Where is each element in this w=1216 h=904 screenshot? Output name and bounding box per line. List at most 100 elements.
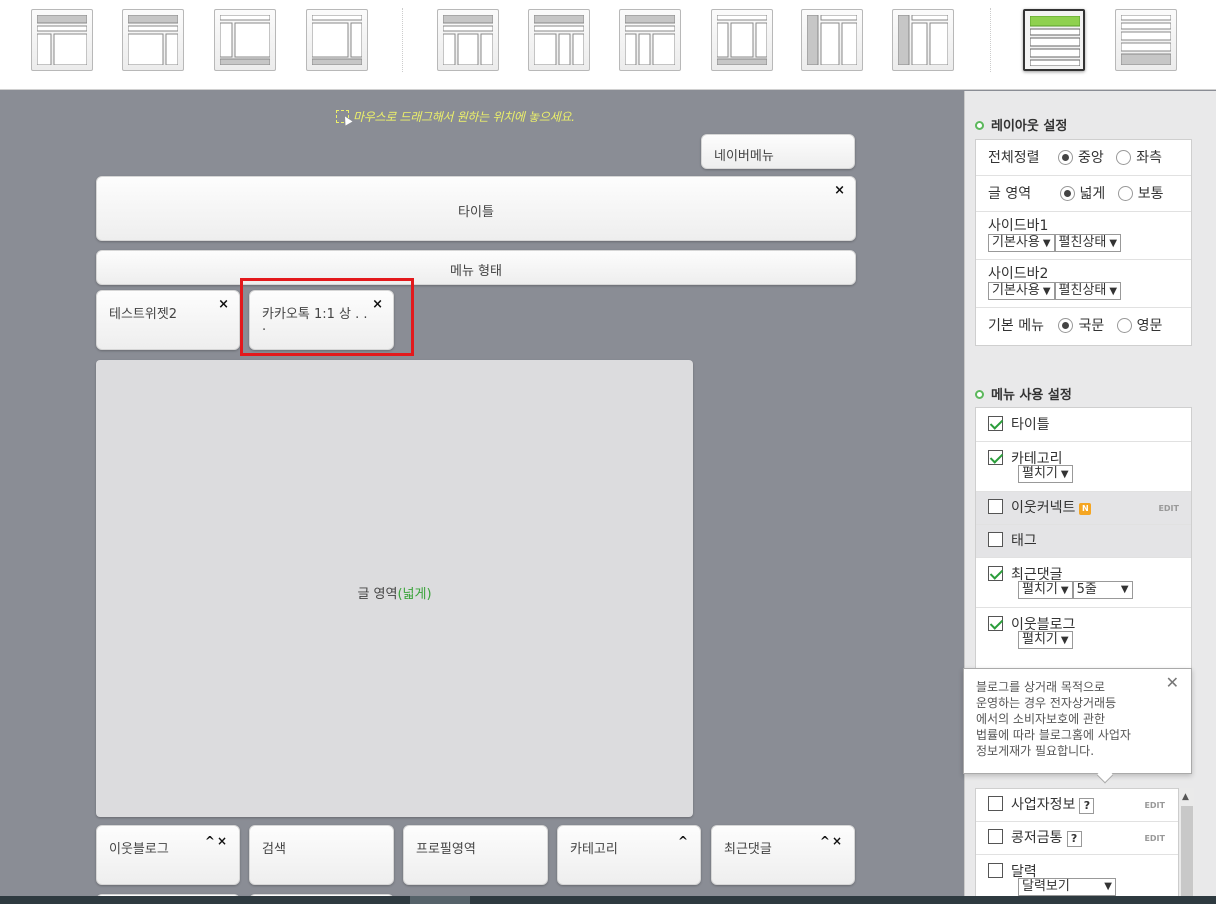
menu-korean-option[interactable]: 국문 — [1058, 318, 1104, 334]
neighbor-blog-expand-select[interactable]: 펼치기 ▼ — [1018, 631, 1073, 649]
checkbox-checked-icon[interactable] — [988, 616, 1003, 631]
scroll-up-icon[interactable]: ▲ — [1182, 792, 1189, 802]
menu-item-business-info[interactable]: 사업자정보? EDIT — [976, 789, 1191, 822]
bottom-widget-search[interactable]: 검색 — [249, 825, 394, 885]
checkbox-icon[interactable] — [988, 499, 1003, 514]
layout-thumb-12[interactable] — [1115, 9, 1177, 71]
sidebar2-row: 사이드바2 기본사용 ▼ 펼친상태 ▼ — [976, 260, 1191, 308]
title-widget[interactable]: 타이틀 × — [96, 176, 856, 241]
checkbox-checked-icon[interactable] — [988, 416, 1003, 431]
calendar-view-select[interactable]: 달력보기 ▼ — [1018, 878, 1116, 896]
menu-item-donation[interactable]: 콩저금통? EDIT — [976, 822, 1191, 855]
new-badge-icon: N — [1079, 503, 1092, 515]
bottom-widget-label: 이웃블로그 — [109, 842, 169, 857]
radio-icon[interactable] — [1116, 318, 1132, 333]
layout-thumb-11-selected[interactable] — [1023, 9, 1085, 71]
layout-thumb-10[interactable] — [892, 9, 954, 71]
edit-link[interactable]: EDIT — [1144, 822, 1165, 855]
content-row: 글 영역 넓게 보통 — [976, 176, 1191, 212]
drag-hint: 마우스로 드래그해서 원하는 위치에 놓으세요. — [336, 108, 575, 125]
align-center-option[interactable]: 중앙 — [1057, 150, 1104, 166]
radio-icon[interactable] — [1058, 318, 1074, 333]
bottom-widget-profile[interactable]: 프로필영역 — [403, 825, 548, 885]
sidebar2-select-2[interactable]: 펼친상태 ▼ — [1054, 282, 1122, 300]
radio-icon[interactable] — [1059, 186, 1075, 201]
menu-item-title[interactable]: 타이틀 — [976, 408, 1191, 442]
sidebar2-select-1[interactable]: 기본사용 ▼ — [988, 282, 1055, 300]
layout-thumb-4[interactable] — [306, 9, 368, 71]
title-widget-label: 타이틀 — [458, 205, 494, 220]
move-up-icon[interactable]: ^ — [678, 834, 690, 848]
layout-thumb-1[interactable] — [31, 9, 93, 71]
edit-link[interactable]: EDIT — [1144, 789, 1165, 822]
content-wide-option[interactable]: 넓게 — [1059, 186, 1105, 202]
naver-menu-widget[interactable]: 네이버메뉴 — [701, 134, 855, 169]
layout-canvas: 마우스로 드래그해서 원하는 위치에 놓으세요. 네이버메뉴 타이틀 × 메뉴 … — [0, 91, 963, 904]
settings-panel: 레이아웃 설정 전체정렬 중앙 좌측 글 영역 넓게 보통 사이드바1 기본사용… — [964, 91, 1216, 904]
layout-thumb-8[interactable] — [711, 9, 773, 71]
tooltip-line: 운영하는 경우 전자상거래등 — [976, 696, 1117, 710]
layout-thumbnail-bar — [0, 0, 1216, 90]
menu-widget[interactable]: 메뉴 형태 — [96, 250, 856, 285]
menu-settings-title: 메뉴 사용 설정 — [975, 384, 1072, 403]
move-up-close-icon[interactable]: ^× — [205, 834, 229, 848]
highlight-box — [240, 278, 414, 356]
checkbox-icon[interactable] — [988, 829, 1003, 844]
align-left-option[interactable]: 좌측 — [1116, 150, 1162, 166]
layout-thumb-6[interactable] — [528, 9, 590, 71]
bottom-widget-recent-comments[interactable]: 최근댓글 ^× — [711, 825, 855, 885]
test-widget-label: 테스트위젯2 — [109, 307, 178, 322]
checkbox-checked-icon[interactable] — [988, 566, 1003, 581]
business-info-tooltip: ✕ 블로그를 상거래 목적으로 운영하는 경우 전자상거래등 에서의 소비자보호… — [963, 668, 1192, 784]
sidebar1-select-1[interactable]: 기본사용 ▼ — [988, 234, 1055, 252]
checkbox-icon[interactable] — [988, 532, 1003, 547]
layout-thumb-3[interactable] — [214, 9, 276, 71]
sidebar1-label: 사이드바1 — [988, 218, 1049, 234]
checkbox-checked-icon[interactable] — [988, 450, 1003, 465]
title-close-icon[interactable]: × — [834, 183, 845, 198]
tooltip-close-icon[interactable]: ✕ — [1166, 675, 1179, 691]
extra-settings-box: 사업자정보? EDIT 콩저금통? EDIT 달력 달력보기 ▼ — [975, 788, 1192, 904]
menu-widget-label: 메뉴 형태 — [450, 264, 502, 279]
menu-english-option[interactable]: 영문 — [1116, 318, 1162, 334]
content-normal-option[interactable]: 보통 — [1117, 186, 1164, 202]
recent-expand-select[interactable]: 펼치기 ▼ — [1018, 581, 1073, 599]
layout-thumb-9[interactable] — [801, 9, 863, 71]
help-icon[interactable]: ? — [1066, 831, 1082, 847]
bottom-widget-neighbor-blog[interactable]: 이웃블로그 ^× — [96, 825, 240, 885]
layout-thumb-7[interactable] — [619, 9, 681, 71]
menu-item-neighbor-blog[interactable]: 이웃블로그 펼치기 ▼ — [976, 608, 1191, 658]
layout-thumb-5[interactable] — [437, 9, 499, 71]
sidebar1-select-2[interactable]: 펼친상태 ▼ — [1054, 234, 1122, 252]
test-widget-2[interactable]: 테스트위젯2 × — [96, 290, 240, 350]
align-row: 전체정렬 중앙 좌측 — [976, 140, 1191, 176]
bottom-bar — [0, 896, 1216, 904]
menu-item-recent-comments[interactable]: 최근댓글 펼치기 ▼ 5줄 ▼ — [976, 558, 1191, 608]
bottom-widget-label: 검색 — [262, 842, 286, 857]
category-expand-select[interactable]: 펼치기 ▼ — [1018, 465, 1073, 483]
test-widget-close-icon[interactable]: × — [218, 297, 229, 312]
layout-thumb-2[interactable] — [122, 9, 184, 71]
menu-item-tag[interactable]: 태그 — [976, 525, 1191, 558]
sidebar2-label: 사이드바2 — [988, 266, 1049, 282]
scroll-thumb[interactable] — [1181, 806, 1193, 904]
edit-link[interactable]: EDIT — [1158, 492, 1179, 525]
radio-icon[interactable] — [1057, 150, 1073, 165]
bottom-widget-label: 최근댓글 — [724, 842, 772, 857]
drag-select-icon — [336, 110, 349, 123]
menu-item-neighbor-connect[interactable]: 이웃커넥트 N EDIT — [976, 492, 1191, 525]
content-area-label: 글 영역(넓게) — [357, 587, 432, 602]
bottom-widget-category[interactable]: 카테고리 ^ — [557, 825, 701, 885]
tooltip-line: 블로그를 상거래 목적으로 — [976, 680, 1106, 694]
naver-menu-label: 네이버메뉴 — [714, 149, 774, 164]
move-up-close-icon[interactable]: ^× — [820, 834, 844, 848]
help-icon[interactable]: ? — [1079, 798, 1095, 814]
radio-icon[interactable] — [1117, 186, 1133, 201]
menu-item-category[interactable]: 카테고리 펼치기 ▼ — [976, 442, 1191, 492]
checkbox-icon[interactable] — [988, 796, 1003, 811]
recent-lines-select[interactable]: 5줄 ▼ — [1072, 581, 1133, 599]
radio-icon[interactable] — [1116, 150, 1132, 165]
panel-scrollbar[interactable]: ▲ — [1178, 788, 1194, 904]
checkbox-icon[interactable] — [988, 863, 1003, 878]
bullet-icon — [975, 390, 984, 399]
